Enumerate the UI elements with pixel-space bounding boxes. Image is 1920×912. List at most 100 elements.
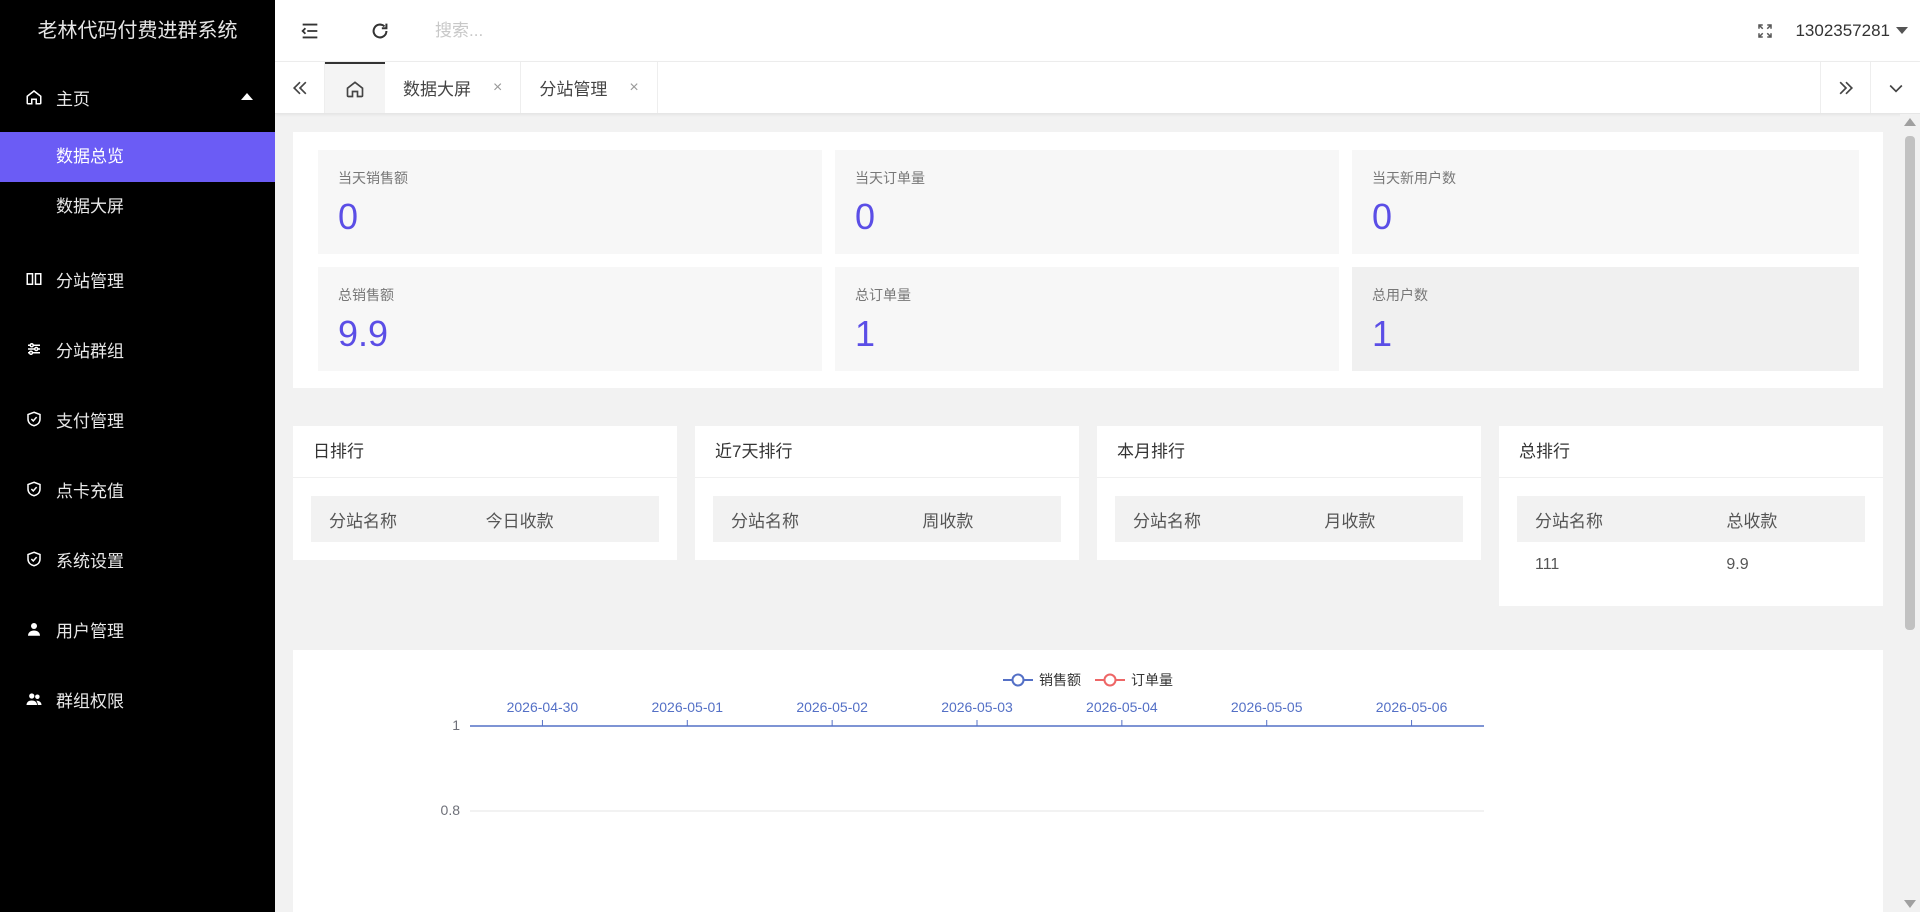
x-tick-label: 2026-05-05	[1231, 699, 1303, 715]
tab-home[interactable]	[325, 62, 385, 113]
fullscreen-icon	[1758, 23, 1773, 38]
sidebar-item-label: 主页	[56, 89, 90, 109]
close-icon[interactable]: ×	[493, 79, 502, 97]
ranking-month: 本月排行 分站名称 月收款	[1097, 426, 1481, 560]
user-menu[interactable]: 1302357281	[1795, 21, 1920, 41]
search-input[interactable]	[435, 10, 935, 51]
stat-value: 0	[338, 196, 359, 237]
ranking-table: 分站名称 月收款	[1115, 496, 1463, 542]
close-icon[interactable]: ×	[629, 79, 638, 97]
x-tick-label: 2026-05-02	[796, 699, 868, 715]
stat-label: 当天订单量	[855, 170, 925, 186]
sidebar-item-label: 分站群组	[56, 341, 124, 361]
substation-name-cell: 111	[1535, 556, 1560, 573]
table-header-row: 分站名称 今日收款	[311, 496, 659, 542]
stat-value: 1	[1372, 313, 1393, 354]
stat-value: 0	[855, 196, 876, 237]
scroll-down-icon[interactable]	[1904, 900, 1916, 908]
ranking-total: 总排行 分站名称 总收款 111 9.9	[1499, 426, 1883, 606]
stat-value: 1	[855, 313, 876, 354]
sidebar-item-label: 点卡充值	[56, 481, 124, 501]
trend-chart-card: 销售额 订单量 1 0.8 2026-04-30 2026-05-01 2026-05-…	[293, 650, 1883, 912]
sidebar: 老林代码付费进群系统 主页 数据总览 数据大屏 分站管理 分站群组 支付管理 点…	[0, 0, 275, 912]
ranking-title: 总排行	[1499, 426, 1883, 478]
app-title: 老林代码付费进群系统	[37, 20, 238, 42]
tabs-menu-button[interactable]	[1870, 62, 1920, 113]
refresh-icon	[372, 23, 388, 38]
main-content: 当天销售额 0 当天订单量 0 当天新用户数 0 总销售额 9.9 总订单量 1…	[275, 114, 1900, 912]
double-chevron-left-icon	[292, 81, 306, 94]
chevron-down-icon	[1896, 27, 1908, 34]
tab-big-screen[interactable]: 数据大屏 ×	[385, 62, 522, 113]
table-header-row: 分站名称 月收款	[1115, 496, 1463, 542]
stat-label: 总用户数	[1372, 287, 1428, 303]
tabs-scroll-right-button[interactable]	[1820, 62, 1870, 113]
shield-check-icon	[24, 409, 44, 429]
x-tick-label: 2026-05-06	[1376, 699, 1448, 715]
ranking-daily: 日排行 分站名称 今日收款	[293, 426, 677, 560]
sidebar-item-group-permissions[interactable]: 群组权限	[0, 664, 275, 734]
home-icon	[346, 80, 364, 97]
shield-check-icon	[24, 479, 44, 499]
header-right: 1302357281	[1735, 0, 1920, 62]
sidebar-item-label: 分站管理	[56, 271, 124, 291]
column-header: 分站名称	[311, 496, 468, 542]
tabbar-right	[1820, 62, 1920, 113]
table-header-row: 分站名称 周收款	[713, 496, 1061, 542]
caret-up-icon	[241, 93, 253, 100]
column-header: 总收款	[1708, 496, 1865, 542]
refresh-button[interactable]	[345, 0, 415, 62]
sidebar-item-label: 支付管理	[56, 411, 124, 431]
fullscreen-button[interactable]	[1735, 0, 1795, 62]
stat-card: 当天新用户数 0	[1352, 150, 1859, 254]
sidebar-item-payment[interactable]: 支付管理	[0, 384, 275, 454]
column-header: 分站名称	[1517, 496, 1709, 542]
ranking-title: 日排行	[293, 426, 677, 478]
sidebar-item-settings[interactable]: 系统设置	[0, 524, 275, 594]
sidebar-item-card-recharge[interactable]: 点卡充值	[0, 454, 275, 524]
ranking-table: 分站名称 总收款 111 9.9	[1517, 496, 1865, 588]
shield-check-icon	[24, 549, 44, 569]
sidebar-item-substation-groups[interactable]: 分站群组	[0, 314, 275, 384]
ranking-table: 分站名称 周收款	[713, 496, 1061, 542]
home-icon	[24, 87, 44, 107]
sidebar-subitem-overview[interactable]: 数据总览	[0, 132, 275, 182]
column-header: 今日收款	[467, 496, 659, 542]
stat-label: 当天新用户数	[1372, 170, 1456, 186]
username: 1302357281	[1795, 20, 1890, 40]
menu-fold-icon	[301, 23, 318, 38]
column-header: 周收款	[904, 496, 1061, 542]
sidebar-item-substation[interactable]: 分站管理	[0, 244, 275, 314]
x-tick-label: 2026-04-30	[507, 699, 579, 715]
users-icon	[24, 689, 44, 709]
columns-icon	[24, 269, 44, 289]
sidebar-subitem-big-screen[interactable]: 数据大屏	[0, 182, 275, 232]
table-header-row: 分站名称 总收款	[1517, 496, 1865, 542]
table-row: 111 9.9	[1517, 542, 1865, 588]
tab-bar: 数据大屏 × 分站管理 ×	[275, 62, 1920, 114]
sidebar-item-home[interactable]: 主页	[0, 62, 275, 132]
stat-card: 总订单量 1	[835, 267, 1339, 371]
scrollbar-thumb[interactable]	[1905, 136, 1915, 630]
vertical-scrollbar[interactable]	[1900, 114, 1920, 912]
tab-substation[interactable]: 分站管理 ×	[521, 62, 658, 113]
ranking-title: 本月排行	[1097, 426, 1481, 478]
sidebar-item-users[interactable]: 用户管理	[0, 594, 275, 664]
y-tick-label: 1	[452, 717, 460, 733]
stats-panel: 当天销售额 0 当天订单量 0 当天新用户数 0 总销售额 9.9 总订单量 1…	[293, 132, 1883, 388]
tabs-scroll-left-button[interactable]	[275, 62, 325, 113]
stat-card: 总销售额 9.9	[318, 267, 822, 371]
tab-label: 数据大屏	[403, 80, 471, 99]
y-tick-label: 0.8	[441, 802, 461, 818]
x-tick-label: 2026-05-01	[651, 699, 723, 715]
column-header: 分站名称	[1115, 496, 1307, 542]
chevron-down-icon	[1889, 84, 1902, 93]
column-header: 分站名称	[713, 496, 905, 542]
stat-card: 总用户数 1	[1352, 267, 1859, 371]
menu-toggle-button[interactable]	[275, 0, 345, 62]
ranking-table: 分站名称 今日收款	[311, 496, 659, 542]
stat-value: 0	[1372, 196, 1393, 237]
scroll-up-icon[interactable]	[1904, 118, 1916, 126]
sidebar-item-label: 群组权限	[56, 691, 124, 711]
